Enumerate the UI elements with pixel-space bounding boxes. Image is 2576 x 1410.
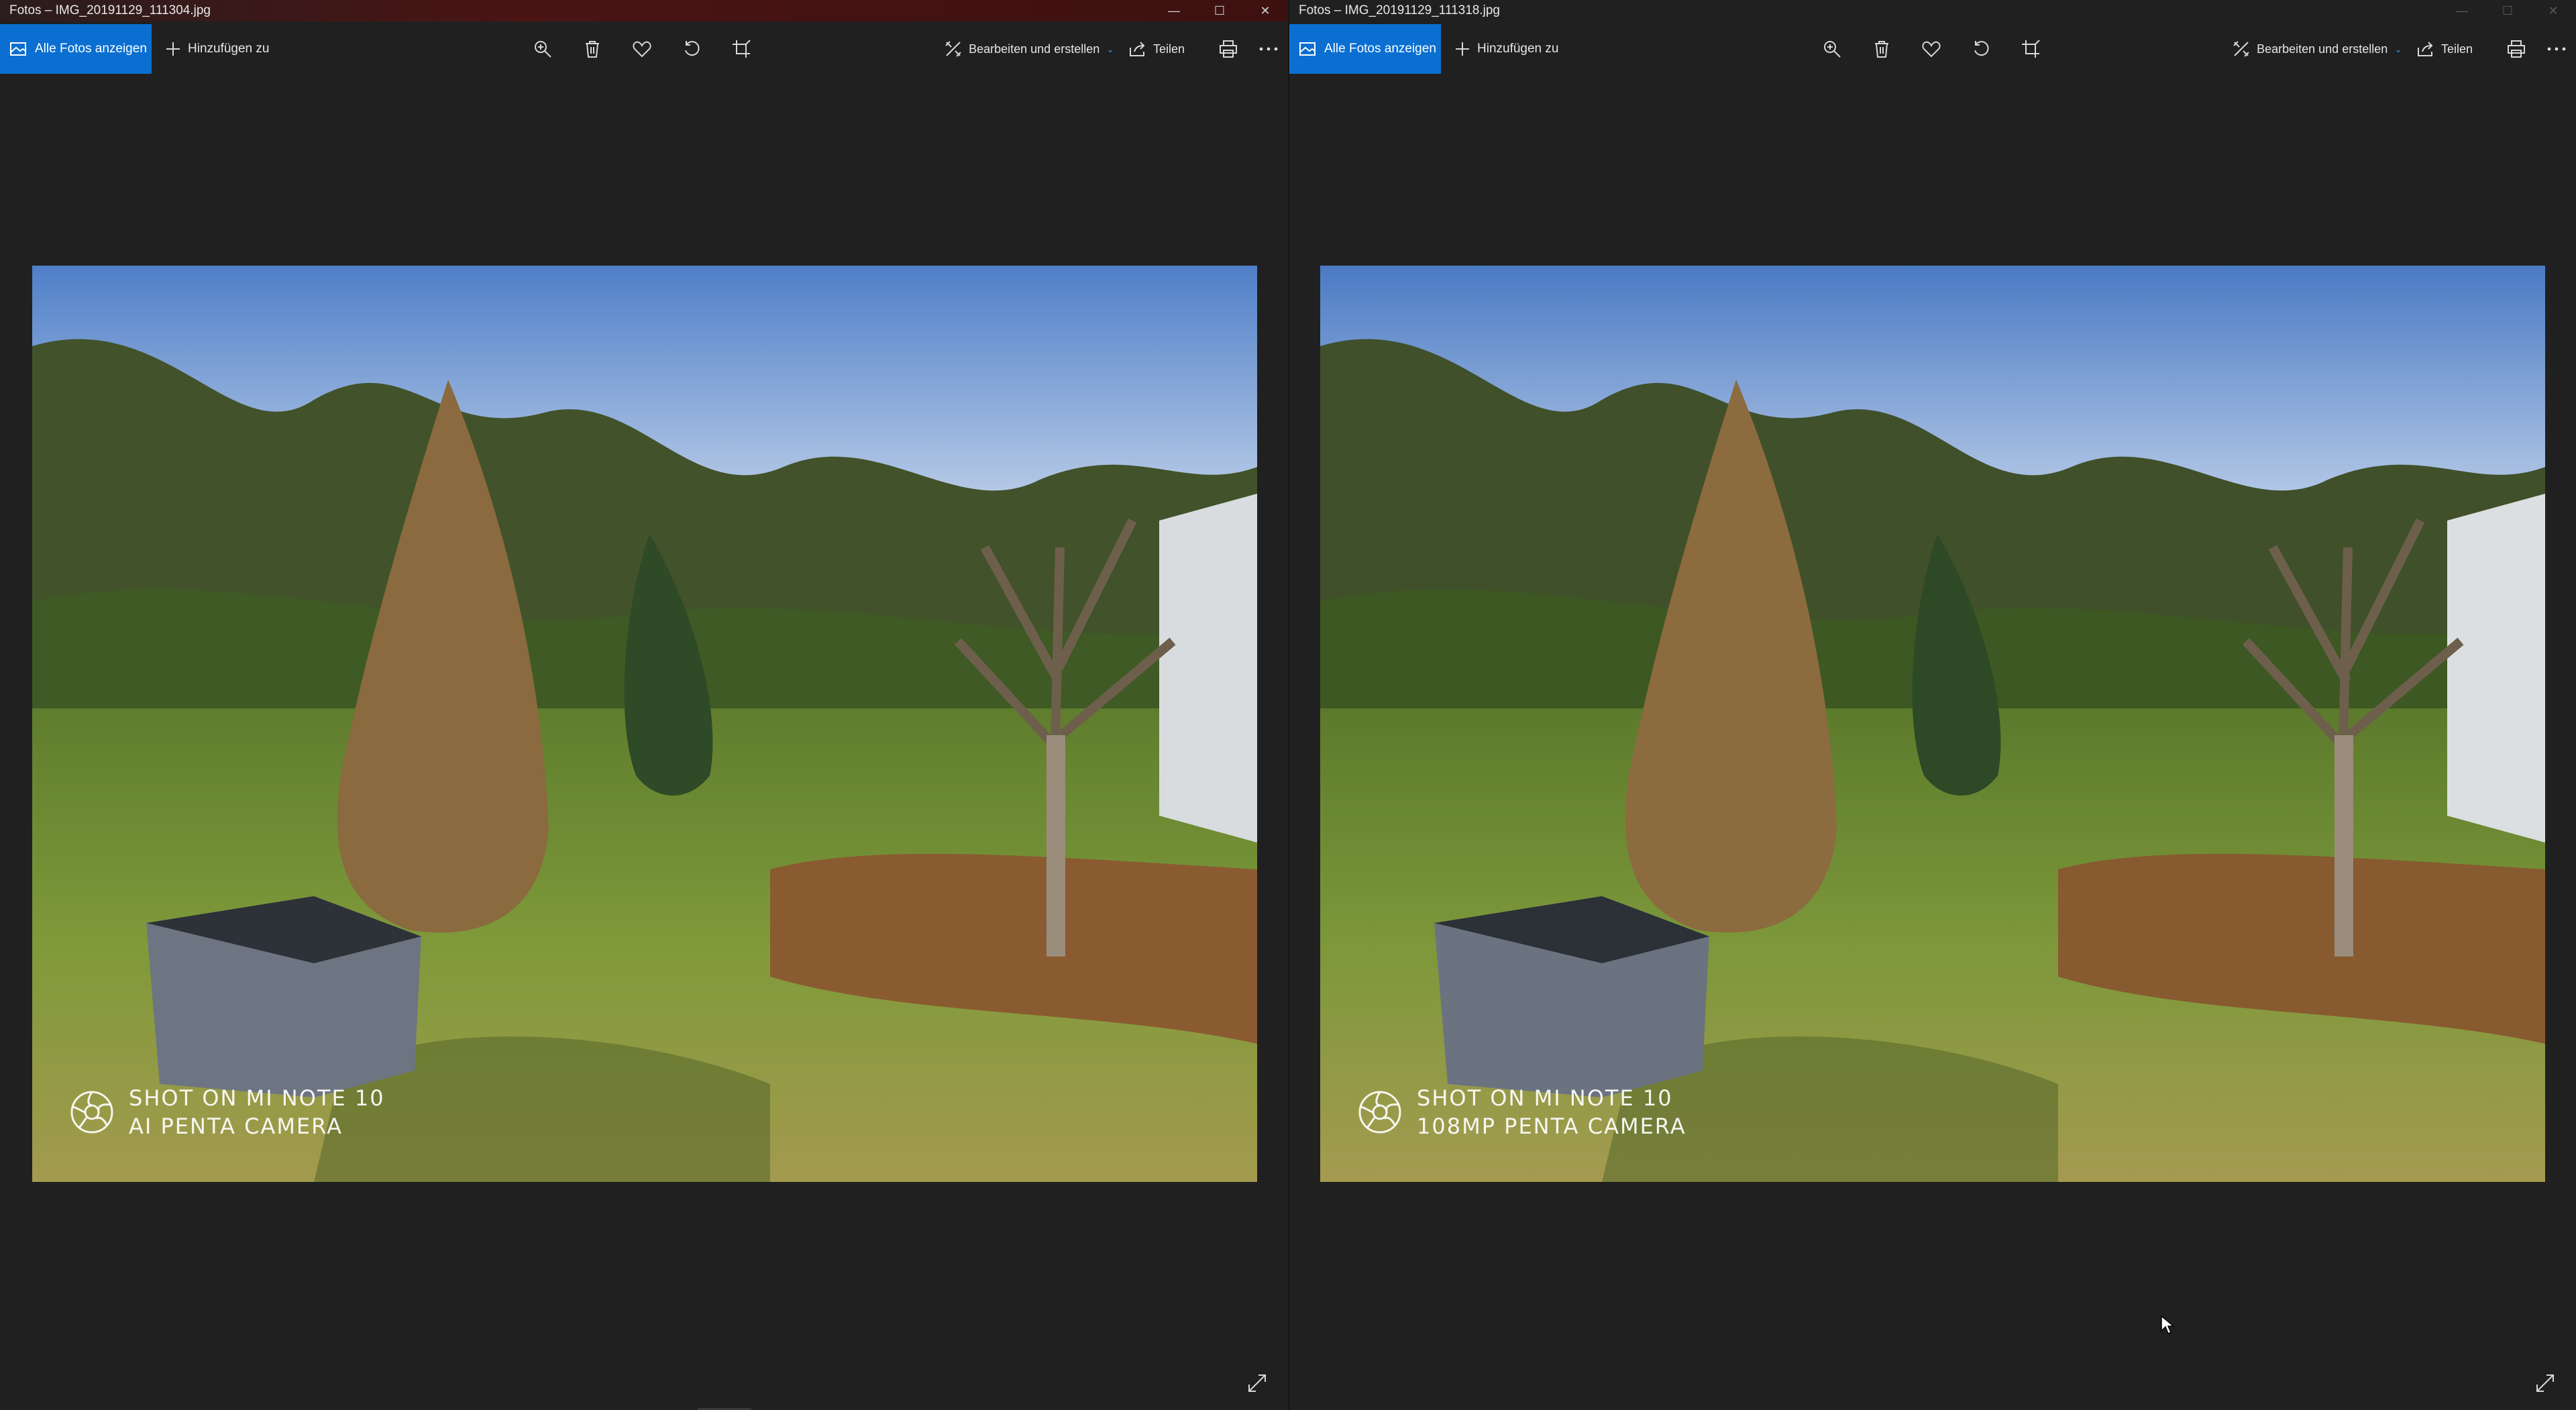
toolbar: Alle Fotos anzeigen Hinzufügen zu Bearbe… bbox=[1289, 24, 2576, 74]
add-to-label: Hinzufügen zu bbox=[188, 42, 270, 56]
toolbar: Alle Fotos anzeigen Hinzufügen zu Bearbe… bbox=[0, 24, 1288, 74]
photos-icon bbox=[1299, 42, 1316, 56]
garden-photo bbox=[32, 266, 1257, 1182]
crop-icon[interactable] bbox=[2018, 36, 2043, 62]
share-label: Teilen bbox=[1152, 42, 1185, 56]
rotate-icon[interactable] bbox=[679, 36, 704, 62]
edit-icon bbox=[945, 41, 961, 57]
share-button[interactable]: Teilen bbox=[2417, 41, 2473, 57]
photo-view[interactable]: SHOT ON MI NOTE 10 AI PENTA CAMERA bbox=[32, 266, 1257, 1182]
edit-create-label: Bearbeiten und erstellen bbox=[969, 42, 1100, 56]
maximize-button[interactable]: ☐ bbox=[2485, 0, 2530, 21]
close-button[interactable]: ✕ bbox=[1242, 0, 1288, 21]
edit-create-button[interactable]: Bearbeiten und erstellen ⌄ bbox=[2233, 40, 2402, 58]
chevron-down-icon: ⌄ bbox=[2394, 43, 2402, 54]
title-bar[interactable]: Fotos – IMG_20191129_111304.jpg — ☐ ✕ bbox=[0, 0, 1288, 21]
chevron-down-icon: ⌄ bbox=[1106, 43, 1114, 54]
all-photos-button[interactable]: Alle Fotos anzeigen bbox=[0, 24, 152, 74]
window-title: Fotos – IMG_20191129_111318.jpg bbox=[1299, 3, 1501, 17]
favorite-icon[interactable] bbox=[629, 36, 655, 62]
zoom-icon[interactable] bbox=[1819, 36, 1845, 62]
watermark-line-2: AI PENTA CAMERA bbox=[129, 1114, 343, 1139]
garden-photo bbox=[1320, 266, 2545, 1182]
more-icon[interactable] bbox=[1256, 36, 1281, 62]
add-to-button[interactable]: Hinzufügen zu bbox=[1454, 41, 1558, 57]
close-button[interactable]: ✕ bbox=[2530, 0, 2576, 21]
camera-aperture-icon bbox=[70, 1091, 113, 1134]
expand-icon[interactable] bbox=[1244, 1370, 1271, 1397]
delete-icon[interactable] bbox=[580, 36, 605, 62]
edit-icon bbox=[2233, 41, 2249, 57]
zoom-icon[interactable] bbox=[530, 36, 555, 62]
add-to-button[interactable]: Hinzufügen zu bbox=[165, 41, 269, 57]
mouse-cursor-icon bbox=[2160, 1315, 2176, 1338]
print-icon[interactable] bbox=[2504, 36, 2529, 62]
title-bar[interactable]: Fotos – IMG_20191129_111318.jpg — ☐ ✕ bbox=[1289, 0, 2576, 21]
edit-create-button[interactable]: Bearbeiten und erstellen ⌄ bbox=[945, 40, 1114, 58]
all-photos-label: Alle Fotos anzeigen bbox=[1324, 42, 1436, 56]
share-icon bbox=[1129, 42, 1145, 56]
photos-window-left: Fotos – IMG_20191129_111304.jpg — ☐ ✕ Al… bbox=[0, 0, 1288, 1410]
window-title: Fotos – IMG_20191129_111304.jpg bbox=[9, 3, 211, 17]
all-photos-button[interactable]: Alle Fotos anzeigen bbox=[1289, 24, 1441, 74]
all-photos-label: Alle Fotos anzeigen bbox=[35, 42, 147, 56]
rotate-icon[interactable] bbox=[1968, 36, 1994, 62]
camera-watermark: SHOT ON MI NOTE 10 AI PENTA CAMERA bbox=[70, 1085, 385, 1139]
photo-view[interactable]: SHOT ON MI NOTE 10 108MP PENTA CAMERA bbox=[1320, 266, 2545, 1182]
maximize-button[interactable]: ☐ bbox=[1197, 0, 1242, 21]
share-button[interactable]: Teilen bbox=[1129, 41, 1185, 57]
watermark-line-2: 108MP PENTA CAMERA bbox=[1417, 1114, 1686, 1139]
share-icon bbox=[2417, 42, 2433, 56]
plus-icon bbox=[1456, 42, 1469, 56]
photos-window-right: Fotos – IMG_20191129_111318.jpg — ☐ ✕ Al… bbox=[1289, 0, 2576, 1410]
watermark-line-1: SHOT ON MI NOTE 10 bbox=[1417, 1085, 1673, 1111]
minimize-button[interactable]: — bbox=[2439, 0, 2485, 21]
edit-create-label: Bearbeiten und erstellen bbox=[2257, 42, 2388, 56]
plus-icon bbox=[166, 42, 180, 56]
favorite-icon[interactable] bbox=[1919, 36, 1944, 62]
minimize-button[interactable]: — bbox=[1151, 0, 1197, 21]
delete-icon[interactable] bbox=[1869, 36, 1894, 62]
add-to-label: Hinzufügen zu bbox=[1477, 42, 1559, 56]
more-icon[interactable] bbox=[2544, 36, 2569, 62]
camera-watermark: SHOT ON MI NOTE 10 108MP PENTA CAMERA bbox=[1358, 1085, 1686, 1139]
watermark-line-1: SHOT ON MI NOTE 10 bbox=[129, 1085, 385, 1111]
photos-icon bbox=[10, 42, 26, 56]
crop-icon[interactable] bbox=[729, 36, 754, 62]
camera-aperture-icon bbox=[1358, 1091, 1401, 1134]
share-label: Teilen bbox=[2440, 42, 2473, 56]
print-icon[interactable] bbox=[1216, 36, 1241, 62]
expand-icon[interactable] bbox=[2532, 1370, 2559, 1397]
